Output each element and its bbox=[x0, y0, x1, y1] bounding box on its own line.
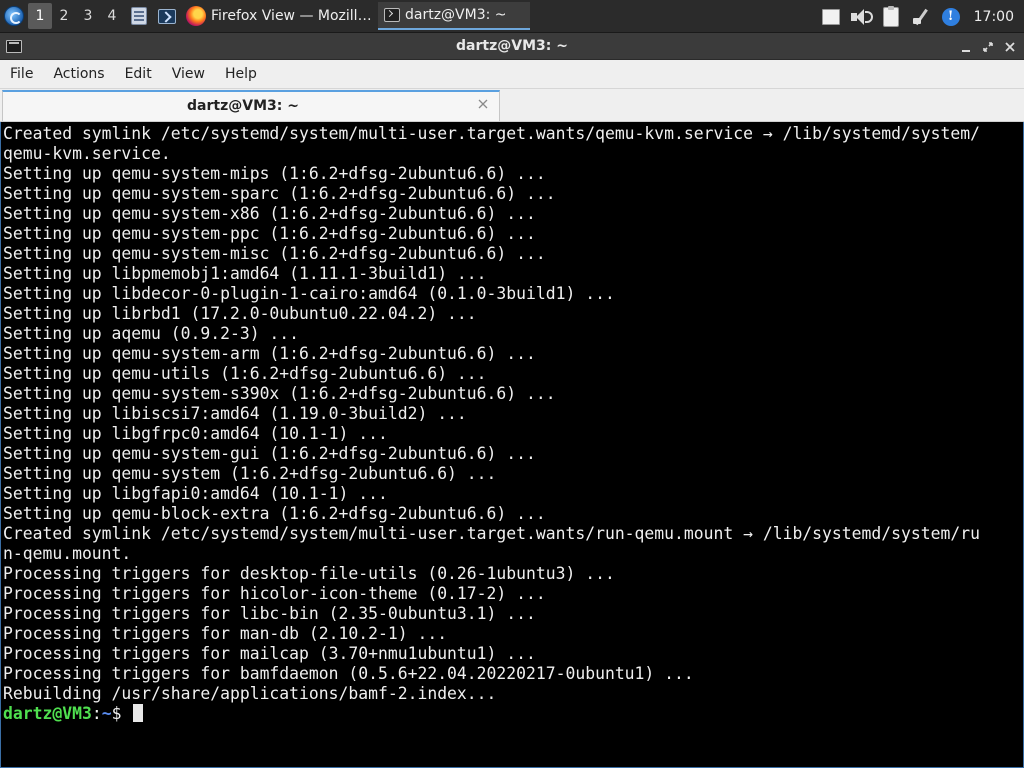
terminal-line: Setting up qemu-system-s390x (1:6.2+dfsg… bbox=[3, 384, 556, 403]
terminal-line: Setting up librbd1 (17.2.0-0ubuntu0.22.0… bbox=[3, 304, 477, 323]
window-menu-icon[interactable] bbox=[6, 39, 22, 53]
taskbar-terminal-label: dartz@VM3: ~ bbox=[405, 7, 507, 23]
prompt-path: ~ bbox=[101, 704, 112, 723]
menu-view[interactable]: View bbox=[166, 62, 211, 86]
window-title: dartz@VM3: ~ bbox=[456, 38, 568, 54]
terminal-line: Setting up qemu-block-extra (1:6.2+dfsg-… bbox=[3, 504, 546, 523]
notes-tray-button[interactable] bbox=[820, 6, 842, 28]
terminal-line: Setting up libpmemobj1:amd64 (1.11.1-3bu… bbox=[3, 264, 487, 283]
system-tray: ! 17:00 bbox=[820, 0, 1024, 33]
terminal-line: Processing triggers for libc-bin (2.35-0… bbox=[3, 604, 536, 623]
workspace-2[interactable]: 2 bbox=[52, 3, 76, 29]
tab-terminal[interactable]: dartz@VM3: ~ bbox=[2, 90, 500, 121]
close-icon bbox=[1005, 41, 1015, 52]
terminal-line: Setting up qemu-system-gui (1:6.2+dfsg-2… bbox=[3, 444, 536, 463]
terminal-line: Setting up qemu-system-ppc (1:6.2+dfsg-2… bbox=[3, 224, 536, 243]
tab-label: dartz@VM3: ~ bbox=[187, 98, 299, 114]
taskbar-firefox-label: Firefox View — Mozill… bbox=[211, 8, 372, 24]
terminal-line: n-qemu.mount. bbox=[3, 544, 132, 563]
maximize-button[interactable] bbox=[980, 39, 996, 55]
terminal-line: Processing triggers for bamfdaemon (0.5.… bbox=[3, 664, 694, 683]
terminal-line: Setting up aqemu (0.9.2-3) ... bbox=[3, 324, 300, 343]
volume-tray-button[interactable] bbox=[850, 6, 873, 28]
clipboard-tray-button[interactable] bbox=[880, 5, 902, 28]
terminal-line: Processing triggers for desktop-file-uti… bbox=[3, 564, 615, 583]
terminal-line: Setting up libgfrpc0:amd64 (10.1-1) ... bbox=[3, 424, 388, 443]
network-icon bbox=[912, 8, 930, 26]
terminal-line: Rebuilding /usr/share/applications/bamf-… bbox=[3, 684, 497, 703]
prompt-symbol: $ bbox=[111, 704, 132, 723]
volume-icon bbox=[850, 8, 873, 25]
prompt-separator: : bbox=[91, 704, 102, 723]
app-menu-icon bbox=[4, 6, 24, 26]
minimize-icon bbox=[962, 49, 970, 52]
terminal-line: Setting up libdecor-0-plugin-1-cairo:amd… bbox=[3, 284, 615, 303]
restore-icon bbox=[983, 41, 993, 52]
terminal-output[interactable]: Created symlink /etc/systemd/system/mult… bbox=[0, 122, 1024, 768]
file-manager-launcher[interactable] bbox=[126, 3, 152, 29]
taskbar-terminal[interactable]: dartz@VM3: ~ bbox=[378, 2, 530, 30]
terminal-line: Setting up qemu-system-misc (1:6.2+dfsg-… bbox=[3, 244, 546, 263]
top-panel: 1 2 3 4 Firefox View — Mozill… dartz@VM3… bbox=[0, 0, 1024, 33]
terminal-line: Setting up qemu-system-mips (1:6.2+dfsg-… bbox=[3, 164, 546, 183]
terminal-prompt-line: dartz@VM3:~$ bbox=[3, 704, 1023, 724]
menu-bar: File Actions Edit View Help bbox=[0, 60, 1024, 89]
terminal-line: Setting up qemu-system-x86 (1:6.2+dfsg-2… bbox=[3, 204, 536, 223]
terminal-line: Created symlink /etc/systemd/system/mult… bbox=[3, 524, 980, 543]
window-controls bbox=[958, 33, 1018, 60]
workspace-4[interactable]: 4 bbox=[100, 3, 124, 29]
close-button[interactable] bbox=[1002, 39, 1018, 55]
workspace-1[interactable]: 1 bbox=[28, 3, 52, 29]
terminal-launcher[interactable] bbox=[154, 3, 180, 29]
terminal-line: Setting up qemu-system-arm (1:6.2+dfsg-2… bbox=[3, 344, 536, 363]
tab-bar: dartz@VM3: ~ bbox=[0, 89, 1024, 122]
workspace-3[interactable]: 3 bbox=[76, 3, 100, 29]
info-icon: ! bbox=[941, 7, 960, 26]
terminal-line: Setting up qemu-utils (1:6.2+dfsg-2ubunt… bbox=[3, 364, 487, 383]
window-titlebar[interactable]: dartz@VM3: ~ bbox=[0, 33, 1024, 60]
text-cursor bbox=[133, 704, 144, 722]
clock[interactable]: 17:00 bbox=[970, 9, 1020, 25]
terminal-line: Processing triggers for man-db (2.10.2-1… bbox=[3, 624, 448, 643]
terminal-line: Created symlink /etc/systemd/system/mult… bbox=[3, 124, 980, 143]
terminal-line: Setting up libiscsi7:amd64 (1.19.0-3buil… bbox=[3, 404, 467, 423]
notes-icon bbox=[821, 8, 840, 25]
terminal-icon bbox=[158, 8, 176, 24]
network-tray-button[interactable] bbox=[910, 6, 932, 28]
terminal-line: Setting up libgfapi0:amd64 (10.1-1) ... bbox=[3, 484, 388, 503]
tab-close-button[interactable] bbox=[475, 96, 491, 112]
terminal-line: Setting up qemu-system (1:6.2+dfsg-2ubun… bbox=[3, 464, 497, 483]
terminal-line: Processing triggers for mailcap (3.70+nm… bbox=[3, 644, 536, 663]
application-menu-button[interactable] bbox=[0, 1, 28, 31]
minimize-button[interactable] bbox=[958, 39, 974, 55]
info-tray-button[interactable]: ! bbox=[940, 6, 962, 28]
close-icon bbox=[478, 99, 488, 109]
terminal-line: Setting up qemu-system-sparc (1:6.2+dfsg… bbox=[3, 184, 556, 203]
menu-file[interactable]: File bbox=[4, 62, 39, 86]
file-manager-icon bbox=[131, 7, 147, 25]
terminal-lines: Created symlink /etc/systemd/system/mult… bbox=[3, 124, 1023, 704]
prompt-user-host: dartz@VM3 bbox=[3, 704, 92, 723]
firefox-icon bbox=[186, 6, 206, 26]
terminal-line: qemu-kvm.service. bbox=[3, 144, 171, 163]
menu-actions[interactable]: Actions bbox=[47, 62, 110, 86]
taskbar-firefox[interactable]: Firefox View — Mozill… bbox=[180, 2, 372, 30]
terminal-line: Processing triggers for hicolor-icon-the… bbox=[3, 584, 546, 603]
terminal-icon bbox=[384, 8, 400, 22]
menu-help[interactable]: Help bbox=[219, 62, 263, 86]
clipboard-icon bbox=[882, 5, 899, 27]
menu-edit[interactable]: Edit bbox=[119, 62, 158, 86]
